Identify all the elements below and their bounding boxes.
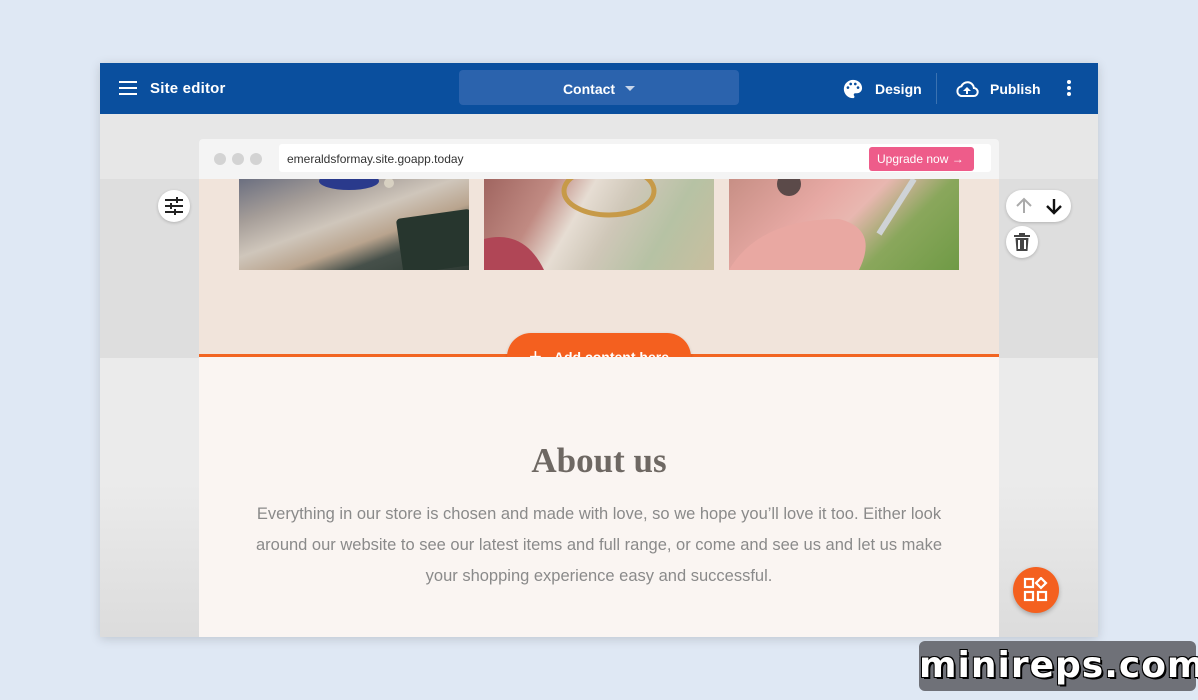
widgets-icon	[1023, 577, 1048, 602]
arrow-down-icon	[1046, 199, 1062, 215]
about-title: About us	[531, 441, 667, 480]
cloud-upload-icon	[956, 81, 979, 97]
section-settings-button[interactable]	[158, 190, 190, 222]
move-section-controls	[1006, 190, 1071, 222]
move-down-button[interactable]	[1042, 194, 1066, 218]
window-dots	[214, 153, 268, 165]
top-bar: Site editor Contact Design Publish	[100, 63, 1098, 114]
url-field: emeraldsformay.site.goapp.today Upgrade …	[279, 144, 991, 172]
sliders-icon	[165, 197, 183, 215]
widgets-button[interactable]	[1013, 567, 1059, 613]
page-selector-label: Contact	[562, 81, 616, 97]
arrow-up-icon	[1016, 197, 1032, 213]
palette-icon	[843, 79, 863, 99]
watermark: minireps.com	[919, 641, 1198, 691]
design-label: Design	[875, 81, 922, 97]
caret-down-icon	[625, 85, 636, 91]
about-section[interactable]: About us Everything in our store is chos…	[199, 357, 999, 637]
design-button[interactable]: Design	[842, 76, 922, 102]
page-selector[interactable]: Contact	[459, 70, 739, 105]
app-title: Site editor	[150, 80, 226, 97]
delete-section-button[interactable]	[1006, 226, 1038, 258]
publish-label: Publish	[990, 81, 1041, 97]
toolbar-divider	[936, 73, 937, 104]
gallery-section[interactable]	[199, 179, 999, 356]
trash-icon	[1014, 233, 1030, 251]
publish-button[interactable]: Publish	[955, 76, 1041, 102]
editor-window: Site editor Contact Design Publish emera…	[100, 63, 1098, 637]
about-text: Everything in our store is chosen and ma…	[255, 505, 943, 585]
upgrade-button[interactable]: Upgrade now →	[869, 147, 974, 171]
site-url: emeraldsformay.site.goapp.today	[287, 152, 464, 166]
more-vertical-icon[interactable]	[1062, 80, 1076, 98]
browser-bar: emeraldsformay.site.goapp.today Upgrade …	[199, 139, 999, 179]
gallery-photo	[729, 179, 959, 270]
move-up-button[interactable]	[1012, 194, 1036, 218]
gallery-photo	[484, 179, 714, 270]
menu-icon[interactable]	[119, 81, 137, 95]
gallery-photo	[239, 179, 469, 270]
